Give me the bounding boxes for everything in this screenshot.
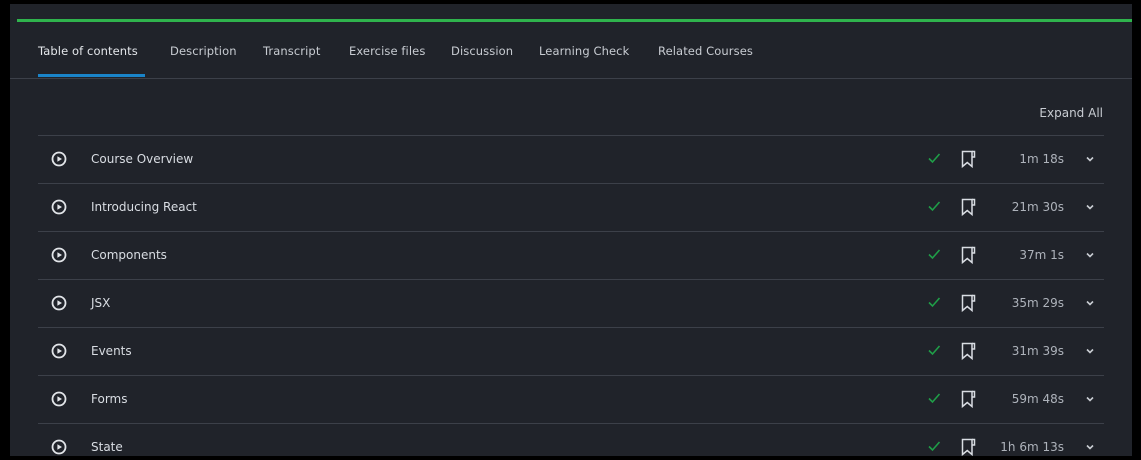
module-duration: 1m 18s (1019, 152, 1064, 166)
chevron-down-icon[interactable] (1085, 346, 1095, 356)
tab-learning-check[interactable]: Learning Check (539, 44, 629, 58)
module-row[interactable]: Introducing React 21m 30s (38, 183, 1104, 231)
module-duration: 31m 39s (1011, 344, 1064, 358)
chevron-down-icon[interactable] (1085, 394, 1095, 404)
module-duration: 59m 48s (1011, 392, 1064, 406)
play-circle-icon[interactable] (51, 199, 67, 215)
chevron-down-icon[interactable] (1085, 154, 1095, 164)
module-row[interactable]: Components 37m 1s (38, 231, 1104, 279)
check-icon (928, 345, 941, 356)
check-icon (928, 153, 941, 164)
chevron-down-icon[interactable] (1085, 202, 1095, 212)
module-duration: 35m 29s (1011, 296, 1064, 310)
tab-description[interactable]: Description (170, 44, 237, 58)
bookmark-icon[interactable] (959, 149, 977, 169)
play-circle-icon[interactable] (51, 343, 67, 359)
tab-table-of-contents[interactable]: Table of contents (38, 44, 138, 58)
tab-related-courses[interactable]: Related Courses (658, 44, 753, 58)
module-title: State (91, 440, 123, 454)
bookmark-icon[interactable] (959, 245, 977, 265)
expand-all-button[interactable]: Expand All (1039, 106, 1103, 120)
module-list: Course Overview 1m 18s Introducing React (38, 135, 1104, 456)
module-title: Course Overview (91, 152, 194, 166)
chevron-down-icon[interactable] (1085, 298, 1095, 308)
module-row[interactable]: Events 31m 39s (38, 327, 1104, 375)
module-title: JSX (91, 296, 111, 310)
module-row[interactable]: JSX 35m 29s (38, 279, 1104, 327)
check-icon (928, 393, 941, 404)
check-icon (928, 249, 941, 260)
bookmark-icon[interactable] (959, 437, 977, 456)
module-title: Events (91, 344, 132, 358)
check-icon (928, 441, 941, 452)
check-icon (928, 201, 941, 212)
play-circle-icon[interactable] (51, 439, 67, 455)
module-title: Forms (91, 392, 128, 406)
chevron-down-icon[interactable] (1085, 442, 1095, 452)
play-circle-icon[interactable] (51, 247, 67, 263)
check-icon (928, 297, 941, 308)
tab-exercise-files[interactable]: Exercise files (349, 44, 425, 58)
course-content-panel: Table of contents Description Transcript… (10, 4, 1132, 456)
module-row[interactable]: Forms 59m 48s (38, 375, 1104, 423)
module-duration: 37m 1s (1019, 248, 1064, 262)
tab-bar: Table of contents Description Transcript… (10, 22, 1132, 79)
play-circle-icon[interactable] (51, 391, 67, 407)
play-circle-icon[interactable] (51, 295, 67, 311)
play-circle-icon[interactable] (51, 151, 67, 167)
tab-discussion[interactable]: Discussion (451, 44, 513, 58)
bookmark-icon[interactable] (959, 197, 977, 217)
active-tab-indicator (38, 74, 145, 77)
chevron-down-icon[interactable] (1085, 250, 1095, 260)
tab-transcript[interactable]: Transcript (263, 44, 320, 58)
bookmark-icon[interactable] (959, 293, 977, 313)
bookmark-icon[interactable] (959, 341, 977, 361)
module-row[interactable]: Course Overview 1m 18s (38, 135, 1104, 183)
module-duration: 21m 30s (1011, 200, 1064, 214)
bookmark-icon[interactable] (959, 389, 977, 409)
module-duration: 1h 6m 13s (1000, 440, 1064, 454)
module-title: Components (91, 248, 167, 262)
module-row[interactable]: State 1h 6m 13s (38, 423, 1104, 456)
module-title: Introducing React (91, 200, 197, 214)
